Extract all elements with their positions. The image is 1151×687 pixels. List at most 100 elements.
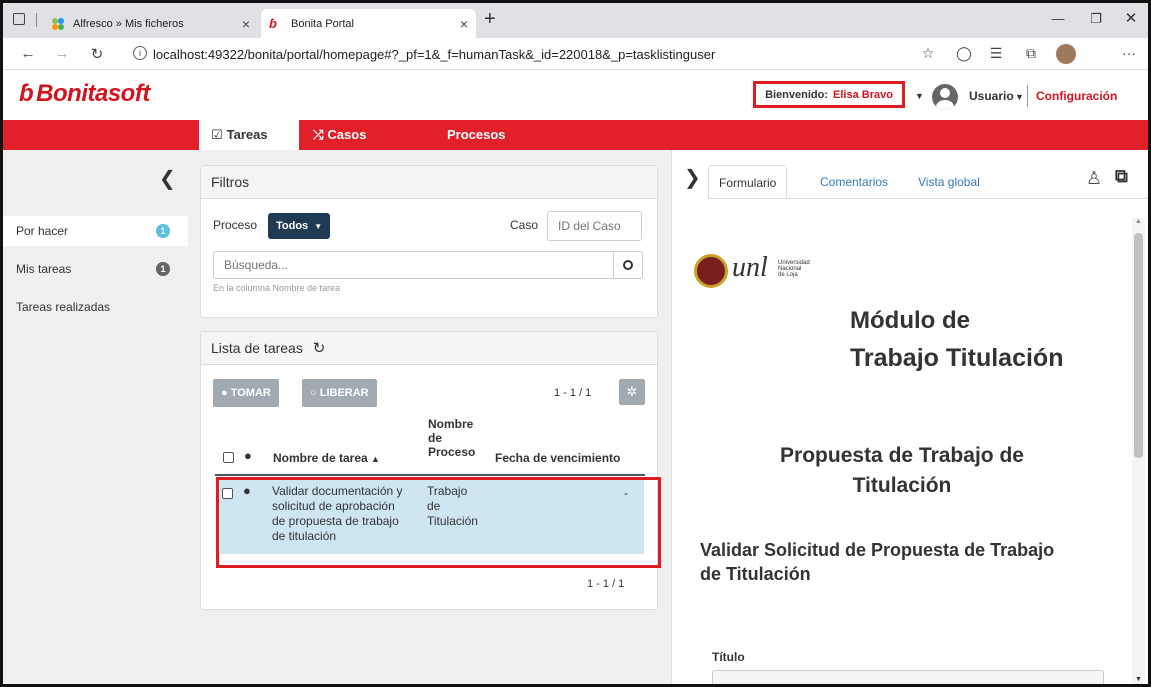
sidebar-item-label: Por hacer bbox=[16, 224, 69, 238]
bonita-logo-icon: ɓ bbox=[19, 80, 34, 107]
header-underline bbox=[215, 474, 645, 476]
user-avatar-icon[interactable] bbox=[932, 84, 958, 110]
user-name: Elisa Bravo bbox=[833, 88, 893, 101]
form-subheading-1: Propuesta de Trabajo de bbox=[780, 444, 1024, 467]
pagination-top: 1 - 1 / 1 bbox=[554, 387, 592, 399]
read-aloud-icon[interactable]: ☆ bbox=[918, 45, 938, 62]
sidebar-item-label: Tareas realizadas bbox=[16, 300, 111, 314]
caret-down-icon: ▼ bbox=[314, 222, 323, 231]
logo-text: Bonitasoft bbox=[36, 80, 150, 107]
expand-pane-icon[interactable]: ❯ bbox=[684, 165, 701, 190]
case-label: Caso bbox=[510, 218, 539, 232]
app-header: ɓ Bonitasoft Bienvenido: Elisa Bravo ▼ Us… bbox=[3, 70, 1148, 120]
sidebar-item-por-hacer[interactable]: Por hacer 1 bbox=[3, 216, 188, 246]
forward-icon[interactable]: → bbox=[53, 45, 71, 62]
dropdown-value: Todos bbox=[276, 220, 309, 232]
search-button[interactable] bbox=[613, 251, 643, 279]
button-label: LIBERAR bbox=[319, 387, 369, 399]
chevron-down-icon[interactable]: ▼ bbox=[1015, 92, 1024, 102]
window-menu-icon[interactable] bbox=[13, 13, 25, 25]
select-all-checkbox[interactable] bbox=[223, 452, 234, 463]
search-hint: En la columna Nombre de tarea bbox=[213, 283, 341, 293]
url-field[interactable]: localhost:49322/bonita/portal/homepage#?… bbox=[153, 47, 715, 62]
browser-tab-bonita[interactable]: ɓ Bonita Portal × bbox=[261, 9, 476, 38]
refresh-icon[interactable]: ↻ bbox=[313, 340, 326, 357]
reload-icon[interactable]: ↻ bbox=[88, 45, 106, 63]
browser-tab-alfresco[interactable]: Alfresco » Mis ficheros × bbox=[43, 9, 258, 38]
collections-icon[interactable]: ⧉ bbox=[1021, 45, 1041, 62]
column-task-name[interactable]: Nombre de tarea ▲ bbox=[273, 451, 380, 465]
bonitasoft-logo[interactable]: ɓ Bonitasoft bbox=[19, 80, 150, 108]
tab-label: Procesos bbox=[447, 127, 506, 142]
tab-tareas[interactable]: ☑ Tareas bbox=[199, 120, 299, 150]
take-button[interactable]: ● TOMAR bbox=[213, 379, 279, 407]
column-label-line: de bbox=[428, 431, 443, 445]
minimize-icon[interactable]: — bbox=[1048, 11, 1068, 26]
tab-formulario[interactable]: Formulario bbox=[708, 165, 788, 199]
title-input[interactable] bbox=[712, 670, 1104, 684]
column-due-date[interactable]: Fecha de vencimiento bbox=[495, 451, 620, 465]
settings-link[interactable]: Configuración bbox=[1036, 89, 1117, 103]
process-filter-dropdown[interactable]: Todos ▼ bbox=[268, 213, 331, 239]
form-subheading-2: Titulación bbox=[852, 474, 952, 497]
assignee-column-icon: ● bbox=[244, 448, 252, 463]
filters-title: Filtros bbox=[201, 166, 657, 199]
close-tab-icon[interactable]: × bbox=[460, 16, 468, 32]
tab-title: Bonita Portal bbox=[291, 17, 354, 30]
form-section-title-2: de Titulación bbox=[700, 564, 811, 584]
sort-up-icon: ▲ bbox=[371, 454, 380, 464]
settings-gear-button[interactable]: ✲ bbox=[619, 379, 645, 405]
scroll-thumb[interactable] bbox=[1134, 233, 1143, 458]
column-label: Nombre de tarea bbox=[273, 451, 368, 465]
form-scrollbar[interactable]: ▲ ▼ bbox=[1132, 218, 1145, 684]
search-input[interactable] bbox=[213, 251, 614, 279]
assign-user-icon[interactable]: ♙ bbox=[1086, 168, 1102, 189]
close-tab-icon[interactable]: × bbox=[242, 16, 250, 32]
form-heading-1: Módulo de bbox=[850, 307, 970, 334]
tasklist-header: Lista de tareas ↻ bbox=[201, 332, 657, 365]
new-tab-button[interactable]: + bbox=[484, 8, 496, 31]
alfresco-favicon-icon bbox=[51, 17, 65, 31]
user-outline-icon: ○ bbox=[310, 387, 317, 399]
sidebar-item-tareas-realizadas[interactable]: Tareas realizadas bbox=[3, 292, 188, 322]
close-window-icon[interactable]: ✕ bbox=[1121, 9, 1141, 27]
profile-avatar-icon[interactable] bbox=[1056, 44, 1076, 64]
tab-procesos[interactable]: Procesos bbox=[435, 120, 518, 150]
favorites-icon[interactable]: ☰ bbox=[986, 45, 1006, 62]
tab-casos[interactable]: ⤮ Casos bbox=[301, 120, 378, 150]
column-label-line: Nombre bbox=[428, 417, 474, 431]
bonita-favicon-icon: ɓ bbox=[269, 15, 277, 31]
column-process-name[interactable]: Nombre de Proceso bbox=[428, 417, 475, 459]
welcome-box: Bienvenido: Elisa Bravo bbox=[753, 81, 905, 108]
collapse-sidebar-icon[interactable]: ❮ bbox=[159, 166, 176, 191]
pagination-bottom: 1 - 1 / 1 bbox=[587, 578, 625, 590]
site-info-icon[interactable]: i bbox=[133, 46, 147, 60]
filters-panel: Filtros Proceso Todos ▼ Caso En la colum… bbox=[200, 165, 658, 318]
scroll-up-icon[interactable]: ▲ bbox=[1135, 218, 1142, 225]
tasklist-panel: Lista de tareas ↻ ● TOMAR ○ LIBERAR 1 - … bbox=[200, 331, 658, 610]
gear-icon: ✲ bbox=[626, 384, 638, 399]
logo-sub-line: de Loja bbox=[778, 272, 798, 278]
back-icon[interactable]: ← bbox=[19, 45, 37, 62]
tasklist-title: Lista de tareas bbox=[211, 340, 303, 356]
browser-tabstrip: Alfresco » Mis ficheros × ɓ Bonita Porta… bbox=[3, 3, 1148, 38]
welcome-label: Bienvenido: bbox=[765, 88, 829, 101]
title-field-label: Título bbox=[712, 650, 745, 664]
tab-vista-global[interactable]: Vista global bbox=[908, 165, 990, 199]
scroll-down-icon[interactable]: ▼ bbox=[1135, 676, 1142, 683]
form-section-title-1: Validar Solicitud de Propuesta de Trabaj… bbox=[700, 540, 1055, 560]
column-label-line: Proceso bbox=[428, 445, 476, 459]
open-external-icon[interactable]: ⧉ bbox=[1115, 166, 1128, 187]
more-icon[interactable]: ··· bbox=[1119, 45, 1139, 61]
tab-title: Alfresco » Mis ficheros bbox=[73, 17, 184, 30]
count-badge: 1 bbox=[156, 262, 170, 276]
user-menu[interactable]: Usuario bbox=[969, 89, 1014, 103]
release-button[interactable]: ○ LIBERAR bbox=[302, 379, 377, 407]
sidebar-item-mis-tareas[interactable]: Mis tareas 1 bbox=[3, 254, 188, 284]
chevron-down-icon[interactable]: ▼ bbox=[915, 91, 924, 101]
header-divider bbox=[1027, 85, 1028, 107]
case-id-input[interactable] bbox=[547, 211, 642, 241]
restore-icon[interactable]: ❐ bbox=[1086, 11, 1106, 27]
tab-comentarios[interactable]: Comentarios bbox=[810, 165, 898, 199]
extension-icon[interactable]: ◯ bbox=[954, 45, 974, 62]
